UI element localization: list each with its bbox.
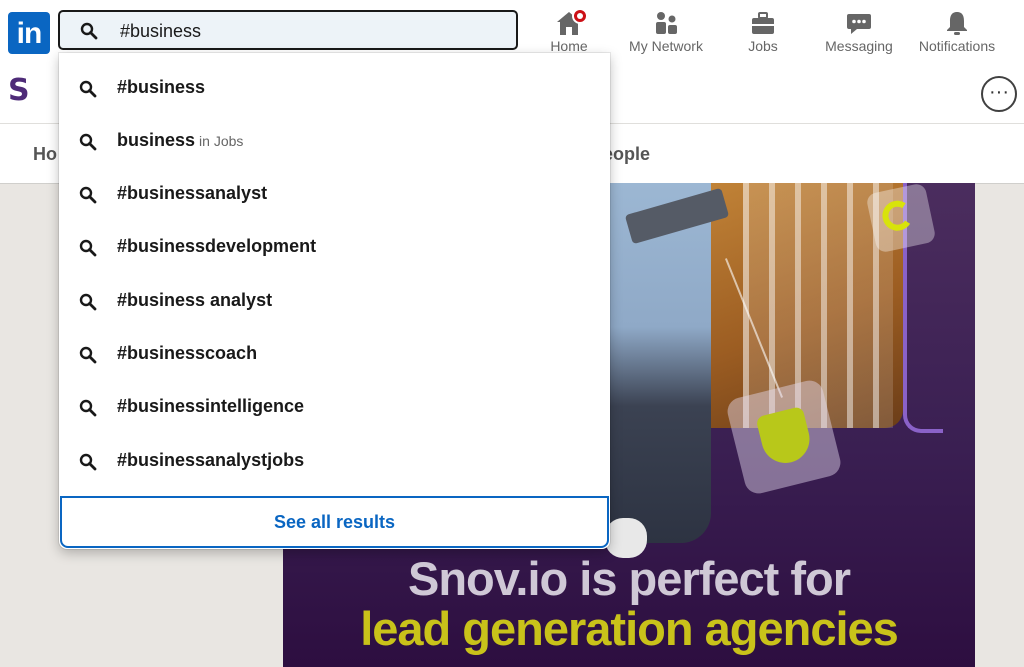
suggestion-text: #businessanalystjobs xyxy=(117,450,305,470)
suggestion-text: #business xyxy=(117,77,206,97)
suggestion-text: #businesscoach xyxy=(117,343,258,363)
nav-my-network-label: My Network xyxy=(629,38,703,54)
search-suggestions-dropdown: #business business in Jobs #businessanaly… xyxy=(59,53,610,549)
suggestion-text: business in Jobs xyxy=(117,130,243,151)
ad-headline-line2: lead generation agencies xyxy=(360,602,899,655)
nav-home[interactable]: Home xyxy=(538,6,600,60)
briefcase-icon xyxy=(735,6,791,36)
suggestion-text: #businessdevelopment xyxy=(117,236,317,256)
more-options-button[interactable]: ··· xyxy=(981,76,1017,112)
suggestion-keyword: business xyxy=(117,130,196,150)
search-input[interactable] xyxy=(118,18,502,44)
nav-my-network[interactable]: My Network xyxy=(622,6,710,60)
search-icon xyxy=(79,399,97,422)
linkedin-logo[interactable]: in xyxy=(8,12,50,54)
suggestion-item[interactable]: #businesscoach xyxy=(59,328,610,381)
suggestion-item[interactable]: #businessdevelopment xyxy=(59,221,610,274)
suggestion-text: #business analyst xyxy=(117,290,273,310)
search-icon xyxy=(79,239,97,262)
nav-home-label: Home xyxy=(550,38,588,54)
suggestion-context: in Jobs xyxy=(199,133,244,149)
nav-messaging-label: Messaging xyxy=(825,38,893,54)
home-icon xyxy=(538,6,600,36)
suggestion-text: #businessintelligence xyxy=(117,396,305,416)
nav-notifications-label: Notifications xyxy=(918,38,996,54)
suggestion-item[interactable]: #businessintelligence xyxy=(59,381,610,434)
tab-home[interactable]: Ho xyxy=(33,144,57,165)
ad-headline-line1: Snov.io is perfect for xyxy=(408,552,851,605)
suggestion-text: #businessanalyst xyxy=(117,183,268,203)
network-icon xyxy=(622,6,710,36)
chat-icon xyxy=(820,6,898,36)
search-icon xyxy=(79,346,97,369)
suggestion-item[interactable]: business in Jobs xyxy=(59,115,610,168)
nav-jobs-label: Jobs xyxy=(748,38,778,54)
tab-people[interactable]: eople xyxy=(603,144,650,165)
nav-messaging[interactable]: Messaging xyxy=(820,6,898,60)
suggestion-item[interactable]: #businessanalyst xyxy=(59,168,610,221)
search-icon xyxy=(79,80,97,103)
search-icon xyxy=(80,22,98,45)
ad-tile-icon xyxy=(865,183,937,254)
nav-jobs[interactable]: Jobs xyxy=(735,6,791,60)
suggestion-item[interactable]: #businessanalystjobs xyxy=(59,435,610,488)
search-icon xyxy=(79,453,97,476)
company-logo[interactable]: S xyxy=(8,73,30,108)
nav-notifications[interactable]: Notifications xyxy=(912,6,1002,60)
suggestion-item[interactable]: #business analyst xyxy=(59,275,610,328)
bell-icon xyxy=(912,6,1002,36)
search-box[interactable] xyxy=(58,10,518,50)
suggestion-item[interactable]: #business xyxy=(59,62,610,115)
see-all-results-button[interactable]: See all results xyxy=(60,496,609,548)
search-icon xyxy=(79,186,97,209)
search-icon xyxy=(79,133,97,156)
notification-badge xyxy=(572,8,588,24)
search-icon xyxy=(79,293,97,316)
